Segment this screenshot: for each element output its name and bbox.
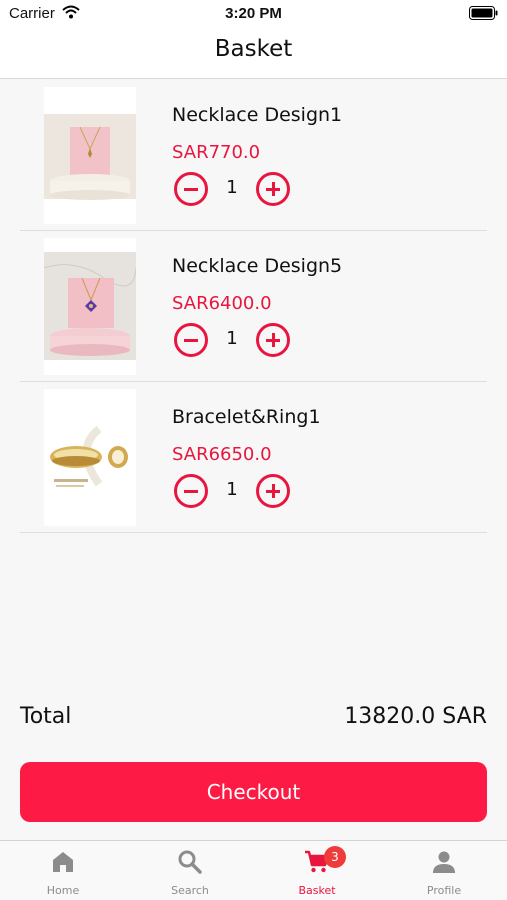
product-name: Necklace Design5 (172, 255, 343, 277)
cart-count-badge: 3 (324, 846, 346, 868)
nav-bar: Basket (0, 28, 507, 79)
increment-button[interactable] (256, 323, 290, 357)
cart-list: Necklace Design1 SAR770.0 1 Necklace Des… (20, 80, 487, 533)
product-image[interactable] (44, 87, 136, 224)
decrement-button[interactable] (174, 323, 208, 357)
decrement-button[interactable] (174, 172, 208, 206)
tab-profile[interactable]: Profile (381, 841, 507, 900)
tab-home[interactable]: Home (0, 841, 126, 900)
product-name: Necklace Design1 (172, 104, 343, 126)
battery-icon (469, 6, 498, 20)
tab-label: Home (46, 884, 80, 897)
total-value: 13820.0 SAR (344, 704, 487, 729)
page-title: Basket (214, 36, 293, 62)
tab-basket[interactable]: 3 Basket (254, 841, 380, 900)
product-image[interactable] (44, 389, 136, 526)
product-price: SAR6400.0 (172, 293, 272, 314)
product-image[interactable] (44, 238, 136, 375)
home-icon (53, 852, 73, 872)
minus-icon (184, 338, 198, 342)
quantity-stepper: 1 (174, 323, 290, 357)
cart-item: Necklace Design1 SAR770.0 1 (20, 80, 487, 231)
checkout-button[interactable]: Checkout (20, 762, 487, 822)
total-row: Total 13820.0 SAR (20, 704, 487, 738)
quantity-value: 1 (226, 177, 238, 198)
product-price: SAR6650.0 (172, 444, 272, 465)
quantity-value: 1 (226, 328, 238, 349)
person-icon (433, 851, 455, 873)
status-time: 3:20 PM (225, 5, 282, 22)
cart-item: Necklace Design5 SAR6400.0 1 (20, 231, 487, 382)
total-label: Total (20, 704, 72, 729)
search-icon (178, 850, 202, 874)
decrement-button[interactable] (174, 474, 208, 508)
tab-label: Basket (298, 884, 336, 897)
increment-button[interactable] (256, 474, 290, 508)
minus-icon (184, 187, 198, 191)
increment-button[interactable] (256, 172, 290, 206)
product-name: Bracelet&Ring1 (172, 406, 321, 428)
product-price: SAR770.0 (172, 142, 261, 163)
status-bar: Carrier 3:20 PM (0, 0, 507, 28)
tab-search[interactable]: Search (127, 841, 253, 900)
quantity-value: 1 (226, 479, 238, 500)
cart-item: Bracelet&Ring1 SAR6650.0 1 (20, 382, 487, 533)
quantity-stepper: 1 (174, 172, 290, 206)
tab-label: Profile (426, 884, 462, 897)
tab-bar: Home Search 3 Basket Profile (0, 840, 507, 900)
quantity-stepper: 1 (174, 474, 290, 508)
minus-icon (184, 489, 198, 493)
tab-label: Search (171, 884, 209, 897)
